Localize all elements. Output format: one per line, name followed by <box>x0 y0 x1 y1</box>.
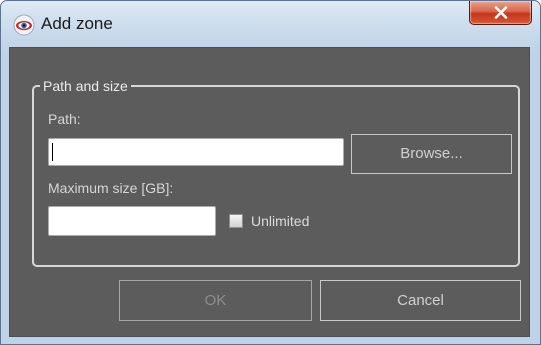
close-button[interactable] <box>469 1 532 25</box>
unlimited-checkbox[interactable] <box>229 214 243 228</box>
maximum-size-label: Maximum size [GB]: <box>48 180 174 196</box>
cancel-button[interactable]: Cancel <box>320 280 521 321</box>
ok-button[interactable]: OK <box>119 280 312 321</box>
browse-button[interactable]: Browse... <box>351 134 512 174</box>
path-label: Path: <box>48 111 81 127</box>
maximum-size-input[interactable] <box>48 206 216 236</box>
eye-icon <box>13 14 35 36</box>
close-icon <box>494 6 508 19</box>
window-title: Add zone <box>41 14 113 33</box>
path-and-size-groupbox <box>32 85 520 267</box>
groupbox-legend: Path and size <box>40 78 131 94</box>
unlimited-label[interactable]: Unlimited <box>251 213 309 229</box>
title-bar[interactable]: Add zone <box>1 1 540 47</box>
text-caret <box>52 143 53 161</box>
path-input[interactable] <box>48 138 344 166</box>
